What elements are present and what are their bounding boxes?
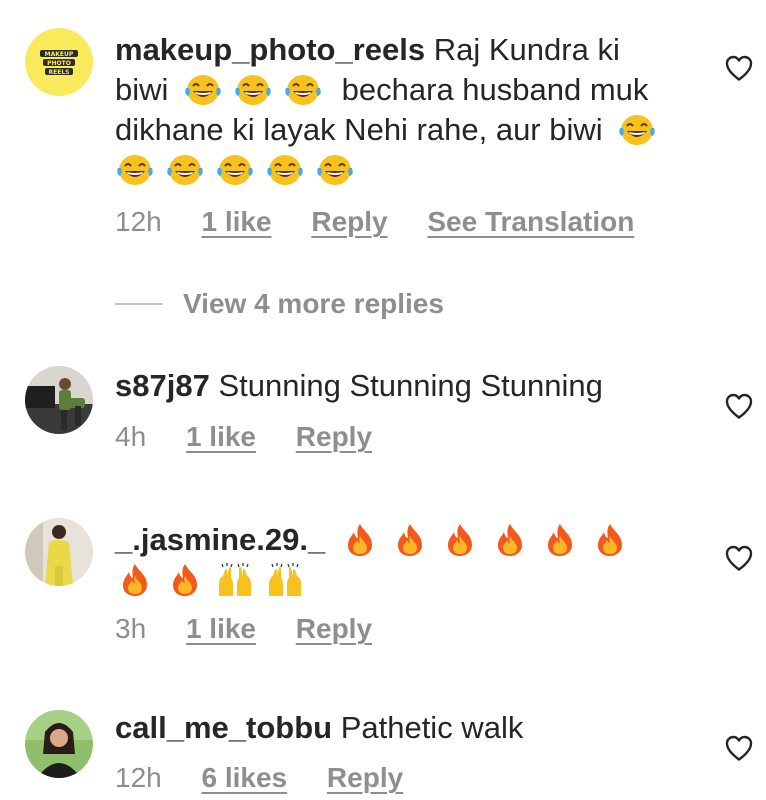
- fire-icon: [590, 522, 630, 558]
- comment-meta: 12h 6 likes Reply: [115, 762, 435, 794]
- fire-icon: [340, 522, 380, 558]
- likes-count-link[interactable]: 6 likes: [202, 762, 288, 794]
- reply-button[interactable]: Reply: [296, 613, 372, 645]
- comment-body: makeup_photo_reels Raj Kundra ki biwi be…: [115, 30, 675, 190]
- comment-meta: 3h 1 like Reply: [115, 613, 404, 645]
- comment-text: Pathetic walk: [340, 710, 524, 745]
- comment-time: 3h: [115, 613, 147, 644]
- face-with-tears-of-joy-icon: [215, 152, 255, 188]
- comment-username[interactable]: makeup_photo_reels: [115, 32, 425, 67]
- fire-icon: [540, 522, 580, 558]
- like-heart-icon[interactable]: [724, 734, 754, 762]
- comment-username[interactable]: call_me_tobbu: [115, 710, 332, 745]
- comment-meta: 4h 1 like Reply: [115, 421, 404, 453]
- reply-button[interactable]: Reply: [311, 206, 387, 238]
- see-translation-button[interactable]: See Translation: [427, 206, 634, 238]
- likes-count-link[interactable]: 1 like: [186, 421, 256, 453]
- comment-time: 12h: [115, 206, 162, 237]
- reply-button[interactable]: Reply: [327, 762, 403, 794]
- comment-body: s87j87 Stunning Stunning Stunning: [115, 366, 675, 406]
- fire-icon: [390, 522, 430, 558]
- fire-icon: [440, 522, 480, 558]
- reply-button[interactable]: Reply: [296, 421, 372, 453]
- face-with-tears-of-joy-icon: [115, 152, 155, 188]
- user-photo-icon: [25, 710, 93, 778]
- svg-text:MAKEUP: MAKEUP: [45, 51, 74, 58]
- avatar[interactable]: [25, 518, 93, 586]
- fire-icon: [490, 522, 530, 558]
- fire-icon: [165, 562, 205, 598]
- raising-hands-icon: [215, 562, 255, 598]
- comment-text: Stunning Stunning Stunning: [218, 368, 603, 403]
- face-with-tears-of-joy-icon: [283, 72, 323, 108]
- comment-body: call_me_tobbu Pathetic walk: [115, 708, 675, 748]
- raising-hands-icon: [265, 562, 305, 598]
- face-with-tears-of-joy-icon: [165, 152, 205, 188]
- divider-line: [115, 303, 163, 305]
- like-heart-icon[interactable]: [724, 54, 754, 82]
- view-more-replies-button[interactable]: View 4 more replies: [115, 284, 444, 324]
- view-more-replies-label: View 4 more replies: [183, 288, 444, 319]
- user-photo-icon: [25, 518, 93, 586]
- like-heart-icon[interactable]: [724, 392, 754, 420]
- makeup-photo-reels-logo: MAKEUP PHOTO REELS: [25, 28, 93, 96]
- face-with-tears-of-joy-icon: [265, 152, 305, 188]
- comment-time: 4h: [115, 421, 147, 452]
- avatar[interactable]: [25, 366, 93, 434]
- face-with-tears-of-joy-icon: [315, 152, 355, 188]
- avatar[interactable]: MAKEUP PHOTO REELS: [25, 28, 93, 96]
- svg-text:REELS: REELS: [49, 69, 70, 76]
- face-with-tears-of-joy-icon: [617, 112, 657, 148]
- comment-meta: 12h 1 like Reply See Translation: [115, 206, 666, 238]
- comment-username[interactable]: _.jasmine.29._: [115, 522, 325, 557]
- comment-username[interactable]: s87j87: [115, 368, 210, 403]
- comment-time: 12h: [115, 762, 162, 793]
- user-photo-icon: [25, 366, 93, 434]
- likes-count-link[interactable]: 1 like: [186, 613, 256, 645]
- face-with-tears-of-joy-icon: [183, 72, 223, 108]
- comment-body: _.jasmine.29._: [115, 520, 675, 600]
- svg-text:PHOTO: PHOTO: [47, 60, 71, 67]
- fire-icon: [115, 562, 155, 598]
- likes-count-link[interactable]: 1 like: [202, 206, 272, 238]
- like-heart-icon[interactable]: [724, 544, 754, 572]
- avatar[interactable]: [25, 710, 93, 778]
- face-with-tears-of-joy-icon: [233, 72, 273, 108]
